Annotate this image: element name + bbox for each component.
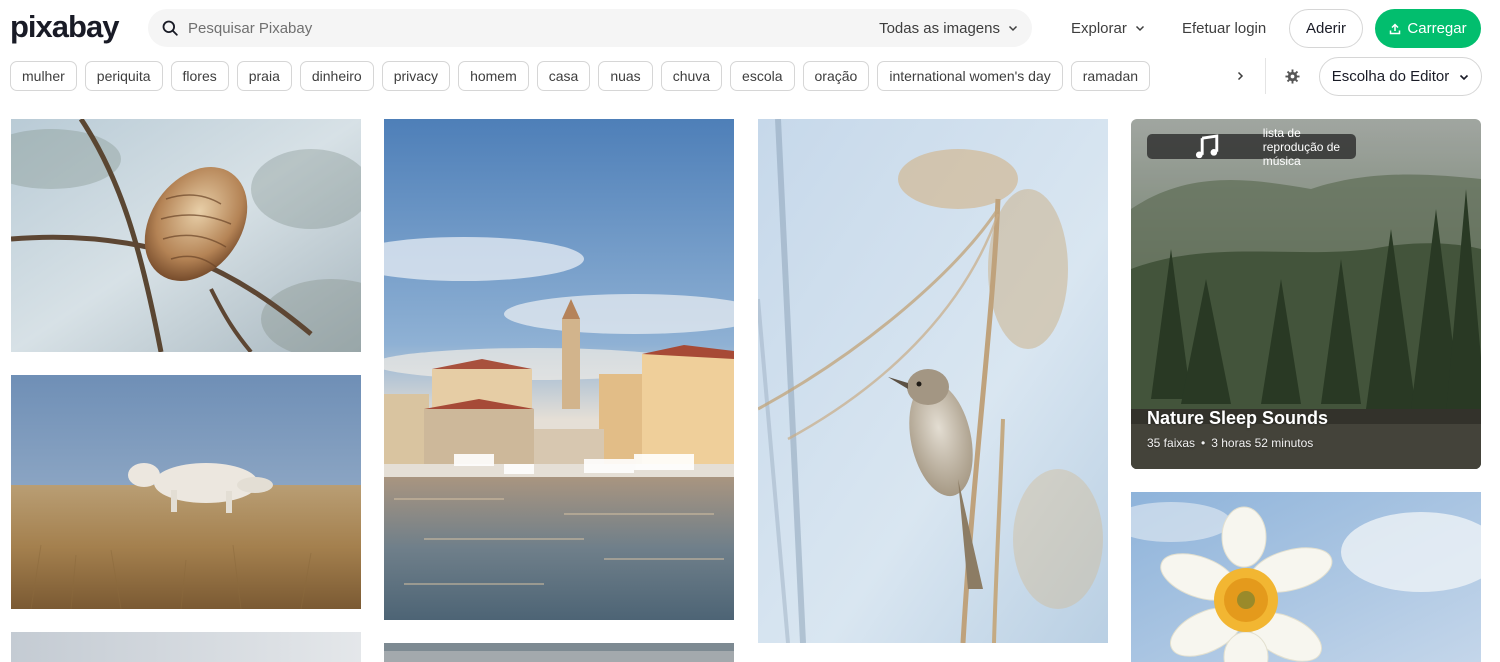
music-note-icon	[1195, 134, 1219, 159]
search-type-label: Todas as imagens	[879, 19, 1000, 37]
search-type-dropdown[interactable]: Todas as imagens	[879, 9, 1018, 47]
login-label: Efetuar login	[1182, 19, 1267, 37]
daffodil-photo	[1131, 492, 1481, 662]
tag-chip[interactable]: privacy	[381, 61, 451, 91]
tag-chip[interactable]: dinheiro	[299, 61, 374, 91]
login-link[interactable]: Efetuar login	[1182, 9, 1266, 47]
sort-dropdown[interactable]: Escolha do Editor	[1319, 57, 1482, 96]
playlist-title: Nature Sleep Sounds	[1147, 408, 1329, 428]
pixabay-logo-wordmark: pixabay	[10, 10, 121, 44]
image-tile-dog-field[interactable]	[11, 375, 361, 609]
playlist-badge-label: lista de reprodução de música	[1262, 125, 1341, 168]
partial-photo	[384, 643, 734, 662]
top-header: pixabay Todas as imagens Explorar Efetua…	[0, 0, 1500, 56]
image-tile-harbour-town[interactable]	[384, 119, 734, 620]
tag-chip[interactable]: escola	[730, 61, 795, 91]
explore-label: Explorar	[1071, 19, 1127, 37]
playlist-track-count: 35 faixas	[1147, 436, 1196, 450]
image-tile-partial[interactable]	[11, 632, 361, 662]
chevron-right-icon	[1237, 71, 1244, 81]
partial-photo	[11, 632, 361, 662]
search-icon[interactable]	[162, 20, 178, 36]
tags-scroll-next-button[interactable]	[1226, 61, 1254, 91]
chevron-down-icon	[1008, 25, 1018, 32]
svg-text:pixabay: pixabay	[10, 10, 120, 44]
sort-label: Escolha do Editor	[1331, 68, 1450, 85]
upload-button[interactable]: Carregar	[1375, 9, 1481, 48]
playlist-meta: 35 faixas • 3 horas 52 minutos	[1147, 436, 1313, 450]
tag-chip[interactable]: flores	[170, 61, 229, 91]
search-input[interactable]	[188, 9, 848, 47]
dog-field-photo	[11, 375, 361, 609]
image-tile-daffodil[interactable]	[1131, 492, 1481, 662]
tag-chip[interactable]: praia	[236, 61, 292, 91]
tag-chip[interactable]: mulher	[10, 61, 77, 91]
tag-chip[interactable]: ramadan	[1070, 61, 1151, 91]
upload-label: Carregar	[1407, 20, 1467, 37]
playlist-badge: lista de reprodução de música	[1147, 126, 1357, 168]
image-tile-bird-reed[interactable]	[758, 119, 1108, 643]
tag-chip[interactable]: international women's day	[877, 61, 1063, 91]
tag-chip[interactable]: nuas	[598, 61, 653, 91]
bird-reed-photo	[758, 119, 1108, 643]
image-tile-pinecone[interactable]	[11, 119, 361, 352]
tag-list: mulher periquita flores praia dinheiro p…	[10, 61, 1151, 91]
chevron-down-icon	[1460, 74, 1469, 80]
playlist-separator: •	[1201, 436, 1206, 450]
explore-menu[interactable]: Explorar	[1071, 9, 1145, 47]
tag-chip[interactable]: casa	[536, 61, 591, 91]
tag-chip[interactable]: periquita	[84, 61, 163, 91]
tag-chip[interactable]: homem	[458, 61, 529, 91]
tags-divider	[1265, 58, 1266, 94]
image-tile-partial[interactable]	[384, 643, 734, 662]
chevron-down-icon	[1135, 25, 1144, 32]
pixabay-logo[interactable]: pixabay	[10, 10, 126, 46]
search-bar: Todas as imagens	[148, 9, 1032, 47]
gear-icon	[1284, 68, 1300, 84]
playlist-duration: 3 horas 52 minutos	[1211, 436, 1314, 450]
music-playlist-card[interactable]: lista de reprodução de música Nature Sle…	[1131, 119, 1481, 469]
harbour-town-photo	[384, 119, 734, 620]
filter-settings-button[interactable]	[1280, 64, 1304, 88]
join-button[interactable]: Aderir	[1289, 9, 1363, 48]
tag-chip[interactable]: oração	[802, 61, 870, 91]
pinecone-photo	[11, 119, 361, 352]
tag-chip[interactable]: chuva	[660, 61, 723, 91]
upload-icon	[1390, 22, 1401, 34]
